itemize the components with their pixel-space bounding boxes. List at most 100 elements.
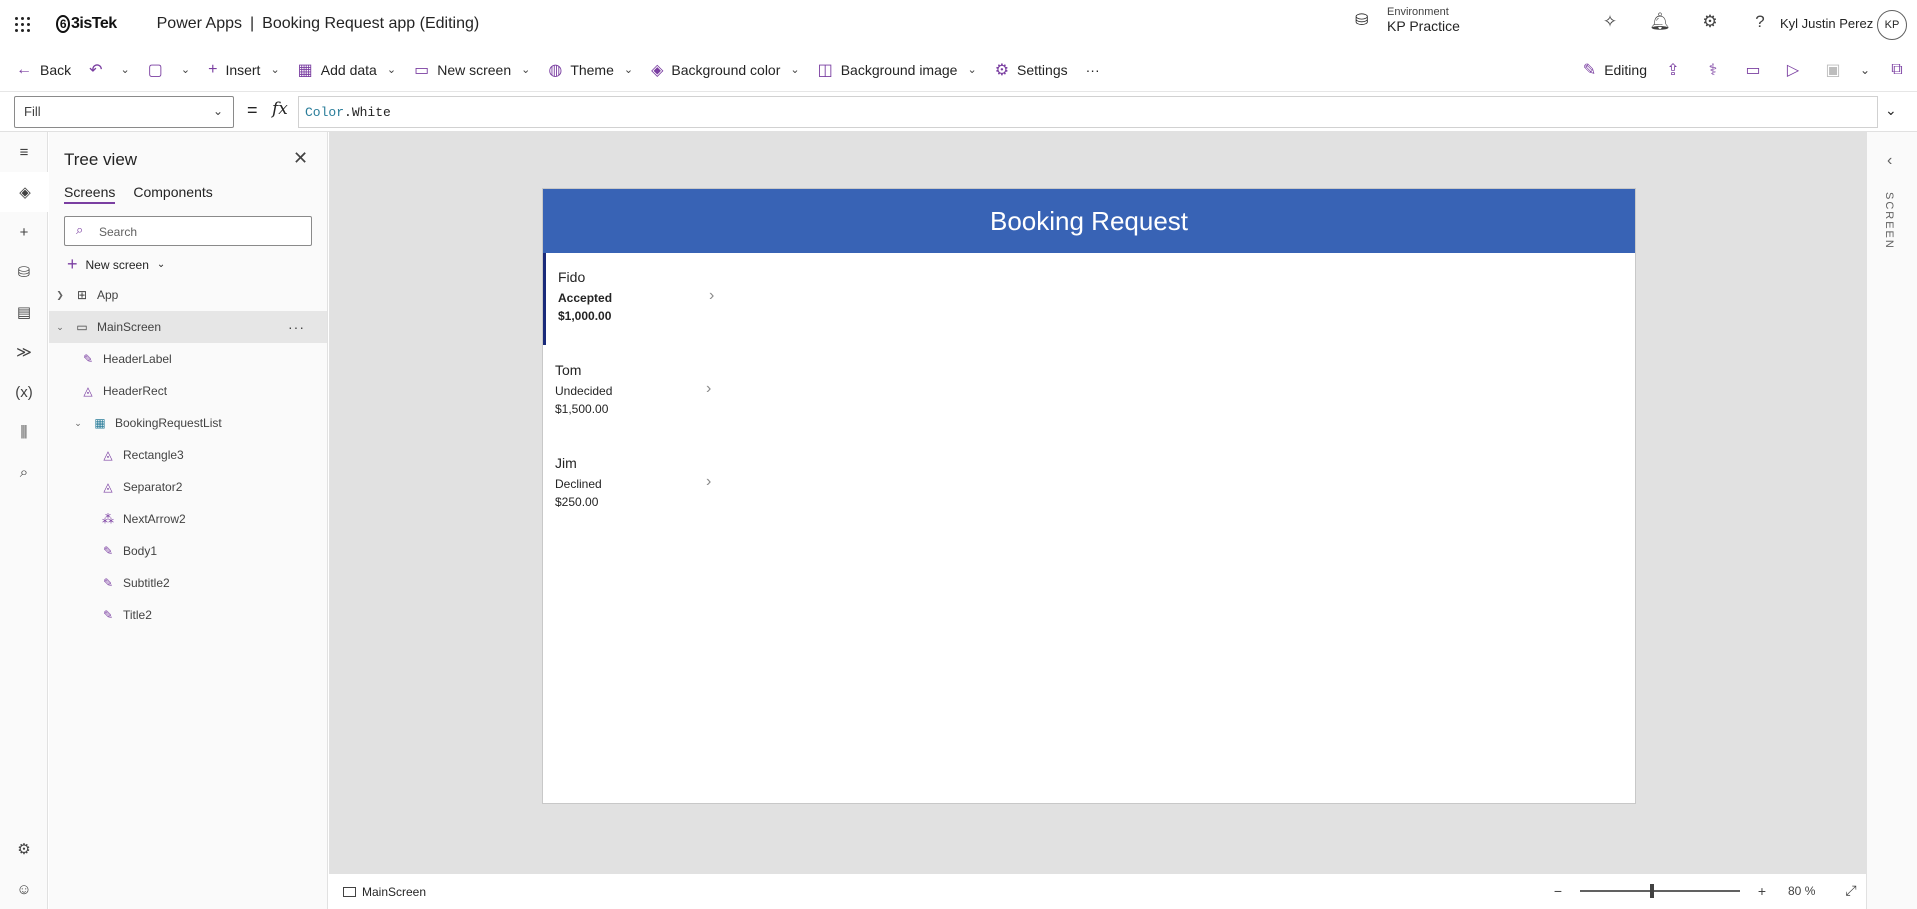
tree-node-bookingrequestlist[interactable]: ⌄ ▦ BookingRequestList <box>49 407 327 439</box>
undo-button[interactable]: ↶ ⌄ <box>89 60 130 80</box>
tree-node-rectangle3[interactable]: ◬ Rectangle3 <box>49 439 327 471</box>
zoom-slider[interactable] <box>1580 883 1740 898</box>
undo-icon: ↶ <box>89 61 103 79</box>
tree-node-separator2[interactable]: ◬ Separator2 <box>49 471 327 503</box>
chevron-down-icon[interactable]: ⌄ <box>71 418 85 429</box>
tree-view-layers-icon[interactable]: ◈ <box>0 172 48 212</box>
insert-plus-icon[interactable]: + <box>0 212 48 252</box>
expand-formula-chevron-icon[interactable]: ⌄ <box>1885 102 1897 119</box>
advanced-tools-icon[interactable]: ⫼ <box>0 412 48 452</box>
back-button[interactable]: ← Back <box>16 61 71 79</box>
publish-icon[interactable]: ⧉ <box>1877 61 1917 79</box>
insert-label: Insert <box>225 61 261 78</box>
new-screen-label: New screen <box>85 257 149 272</box>
tree-node-subtitle2[interactable]: ✎ Subtitle2 <box>49 567 327 599</box>
tree-node-headerrect[interactable]: ◬ HeaderRect <box>49 375 327 407</box>
node-label: Rectangle3 <box>123 448 184 462</box>
help-icon[interactable]: ? <box>1735 12 1785 32</box>
avatar[interactable]: KP <box>1877 10 1907 40</box>
tree-node-title2[interactable]: ✎ Title2 <box>49 599 327 631</box>
editing-label: Editing <box>1604 62 1647 78</box>
play-icon[interactable]: ▷ <box>1773 60 1813 80</box>
app-screen-preview[interactable]: Booking Request Fido Accepted $1,000.00 … <box>542 188 1636 804</box>
background-color-button[interactable]: ◈ Background color ⌄ <box>651 60 799 80</box>
more-button[interactable]: ··· <box>1086 62 1100 78</box>
app-checker-icon[interactable]: ⚕ <box>1693 60 1733 80</box>
copilot-icon[interactable]: ✧ <box>1585 12 1635 32</box>
pencil-icon: ✎ <box>1582 62 1597 79</box>
fit-to-window-icon[interactable]: ⤢ <box>1845 882 1856 899</box>
tab-screens[interactable]: Screens <box>64 184 116 204</box>
new-screen-button[interactable]: + New screen ⌄ <box>67 254 165 275</box>
panel-title: Tree view <box>64 150 138 169</box>
paste-button[interactable]: ▢ ⌄ <box>148 60 190 80</box>
theme-button[interactable]: ◍ Theme ⌄ <box>548 60 633 80</box>
comments-icon[interactable]: ▭ <box>1733 60 1773 80</box>
chevron-right-icon[interactable]: ❯ <box>53 290 67 301</box>
new-screen-icon: ▭ <box>414 61 430 79</box>
property-dropdown[interactable]: Fill ⌄ <box>14 96 234 128</box>
settings-button[interactable]: ⚙ Settings <box>995 60 1068 80</box>
power-automate-icon[interactable]: ≫ <box>0 332 48 372</box>
search-icon[interactable]: ⌕ <box>0 452 48 492</box>
screen-breadcrumb[interactable]: MainScreen <box>343 885 426 899</box>
chevron-right-icon[interactable]: › <box>709 287 714 305</box>
close-icon[interactable]: ✕ <box>293 148 308 169</box>
share-icon[interactable]: ⇪ <box>1653 60 1693 80</box>
more-options-icon[interactable]: ··· <box>288 319 305 335</box>
insert-button[interactable]: + Insert ⌄ <box>208 61 280 79</box>
image-icon: ◫ <box>817 61 833 79</box>
screen-icon: ▭ <box>76 320 88 334</box>
search-input[interactable]: ⌕ Search <box>64 216 312 246</box>
chevron-down-icon: ⌄ <box>212 104 223 118</box>
shape-icon: ◬ <box>83 384 93 398</box>
tree-node-mainscreen[interactable]: ⌄ ▭ MainScreen ··· <box>49 311 327 343</box>
hamburger-menu-icon[interactable]: ≡ <box>0 132 48 172</box>
item-body: $1,000.00 <box>558 309 612 323</box>
data-cylinder-icon[interactable]: ⛁ <box>0 252 48 292</box>
tree-node-headerlabel[interactable]: ✎ HeaderLabel <box>49 343 327 375</box>
media-icon[interactable]: ▤ <box>0 292 48 332</box>
add-data-label: Add data <box>320 61 377 78</box>
zoom-slider-thumb[interactable] <box>1650 883 1655 898</box>
formula-input[interactable]: Color.White <box>298 96 1878 128</box>
tree-node-body1[interactable]: ✎ Body1 <box>49 535 327 567</box>
node-label: HeaderRect <box>103 384 168 398</box>
variables-icon[interactable]: (x) <box>0 372 48 412</box>
gallery-item[interactable]: Jim Declined $250.00 › <box>543 439 723 531</box>
paint-bucket-icon: ◈ <box>651 61 664 79</box>
tree-view-panel: Tree view ✕ Screens Components ⌕ Search … <box>49 132 328 909</box>
node-label: NextArrow2 <box>123 512 186 526</box>
zoom-out-button[interactable]: − <box>1544 883 1572 899</box>
chevron-down-icon[interactable]: ⌄ <box>121 63 130 76</box>
chevron-right-icon[interactable]: › <box>706 380 711 398</box>
zoom-in-button[interactable]: + <box>1748 883 1776 899</box>
virtual-agent-icon[interactable]: ☺ <box>0 869 48 909</box>
chevron-down-icon[interactable]: ⌄ <box>1853 63 1877 77</box>
tab-components[interactable]: Components <box>133 184 212 204</box>
node-label: BookingRequestList <box>115 416 222 430</box>
zoom-value: 80 % <box>1788 884 1815 898</box>
settings-gear-icon[interactable]: ⚙ <box>1685 12 1735 32</box>
gallery-item[interactable]: Fido Accepted $1,000.00 › <box>543 253 723 345</box>
background-image-button[interactable]: ◫ Background image ⌄ <box>818 60 977 80</box>
notifications-icon[interactable]: 🔔︎ <box>1635 12 1685 32</box>
add-data-button[interactable]: ▦ Add data ⌄ <box>298 60 396 80</box>
screen-icon <box>343 887 356 897</box>
expand-panel-chevron-icon[interactable]: ‹ <box>1887 152 1892 170</box>
chevron-down-icon[interactable]: ⌄ <box>53 322 67 333</box>
new-screen-button[interactable]: ▭ New screen ⌄ <box>414 60 530 80</box>
save-icon[interactable]: ▣ <box>1813 60 1853 80</box>
new-screen-label: New screen <box>437 61 512 78</box>
chevron-right-icon[interactable]: › <box>706 473 711 491</box>
header-label[interactable]: Booking Request <box>543 189 1635 253</box>
editing-button[interactable]: ✎ Editing <box>1583 60 1647 80</box>
gallery-item[interactable]: Tom Undecided $1,500.00 › <box>543 346 723 438</box>
chevron-down-icon[interactable]: ⌄ <box>181 63 190 76</box>
tree-node-app[interactable]: ❯ ⊞ App <box>49 279 327 311</box>
app-icon: ⊞ <box>76 288 88 302</box>
environment-picker[interactable]: ⛁ Environment KP Practice <box>1355 6 1460 34</box>
settings-icon[interactable]: ⚙ <box>0 829 48 869</box>
app-launcher-button[interactable] <box>0 0 44 48</box>
tree-node-nextarrow2[interactable]: ⁂ NextArrow2 <box>49 503 327 535</box>
